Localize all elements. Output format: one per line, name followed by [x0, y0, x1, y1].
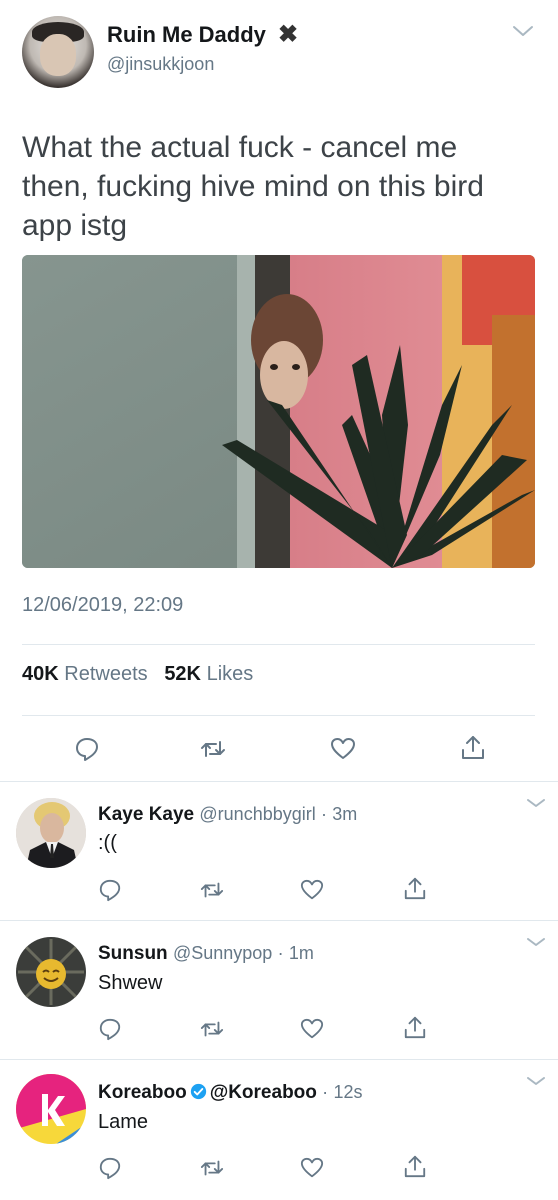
author-handle[interactable]: @jinsukkjoon — [107, 54, 214, 75]
retweets-label[interactable]: Retweets — [64, 663, 147, 685]
meta-separator: · — [277, 943, 284, 963]
share-icon[interactable] — [403, 1015, 427, 1039]
reply-author[interactable]: Sunsun @Sunnypop · 1m — [98, 943, 314, 965]
reply-tweet[interactable]: Sunsun @Sunnypop · 1m Shwew — [0, 921, 558, 1061]
like-icon[interactable] — [300, 1017, 324, 1041]
reply-icon[interactable] — [98, 878, 122, 902]
reply-avatar[interactable] — [16, 1074, 86, 1144]
likes-label[interactable]: Likes — [207, 663, 254, 685]
likes-count[interactable]: 52K — [164, 663, 201, 685]
share-icon[interactable] — [403, 1154, 427, 1178]
author-display-name[interactable]: Ruin Me Daddy — [107, 22, 266, 48]
author-avatar[interactable] — [22, 16, 94, 88]
retweet-icon[interactable] — [200, 878, 224, 902]
reply-author[interactable]: Koreaboo @Koreaboo · 12s — [98, 1082, 362, 1104]
share-icon[interactable] — [403, 876, 427, 900]
reply-icon[interactable] — [98, 1156, 122, 1180]
retweet-icon[interactable] — [200, 736, 226, 762]
reply-text: Shwew — [98, 972, 163, 994]
divider — [22, 644, 535, 645]
reply-time: 3m — [332, 804, 358, 824]
tweet-photo[interactable] — [22, 255, 535, 568]
reply-text: Lame — [98, 1111, 149, 1133]
reply-time: 12s — [333, 1082, 363, 1102]
tweet-timestamp: 12/06/2019, 22:09 — [22, 594, 184, 616]
chevron-down-icon[interactable] — [526, 1074, 546, 1088]
main-tweet: Ruin Me Daddy ✖ @jinsukkjoon What the ac… — [0, 0, 558, 781]
tweet-stats: 40K Retweets 52K Likes — [22, 663, 253, 686]
like-icon[interactable] — [330, 736, 356, 762]
verified-badge-icon — [190, 1083, 207, 1100]
reply-tweet[interactable]: Kaye Kaye @runchbbygirl · 3m :(( — [0, 782, 558, 922]
reply-display-name[interactable]: Sunsun — [98, 943, 168, 964]
reply-display-name[interactable]: Kaye Kaye — [98, 804, 194, 825]
tweet-actions — [0, 730, 558, 766]
reply-handle[interactable]: @runchbbygirl — [199, 804, 315, 824]
tweet-text: What the actual fuck - cancel me then, f… — [22, 131, 484, 242]
reply-display-name[interactable]: Koreaboo — [98, 1082, 187, 1103]
chevron-down-icon[interactable] — [526, 935, 546, 949]
reply-time: 1m — [288, 943, 314, 963]
meta-separator: · — [322, 1082, 329, 1102]
retweets-count[interactable]: 40K — [22, 663, 59, 685]
reply-handle-bold[interactable]: @Koreaboo — [210, 1082, 317, 1103]
reply-text: :(( — [98, 832, 117, 854]
retweet-icon[interactable] — [200, 1017, 224, 1041]
reply-handle[interactable]: @Sunnypop — [173, 943, 272, 963]
share-icon[interactable] — [460, 734, 486, 760]
like-icon[interactable] — [300, 878, 324, 902]
chevron-down-icon[interactable] — [512, 20, 534, 42]
reply-icon[interactable] — [74, 736, 100, 762]
reply-tweet[interactable]: Koreaboo @Koreaboo · 12s Lame — [0, 1060, 558, 1200]
meta-separator: · — [321, 804, 328, 824]
name-x-emoji: ✖ — [278, 21, 299, 48]
reply-avatar[interactable] — [16, 798, 86, 868]
reply-avatar[interactable] — [16, 937, 86, 1007]
reply-author[interactable]: Kaye Kaye @runchbbygirl · 3m — [98, 804, 357, 826]
reply-icon[interactable] — [98, 1017, 122, 1041]
retweet-icon[interactable] — [200, 1156, 224, 1180]
like-icon[interactable] — [300, 1156, 324, 1180]
chevron-down-icon[interactable] — [526, 796, 546, 810]
divider — [22, 715, 535, 716]
